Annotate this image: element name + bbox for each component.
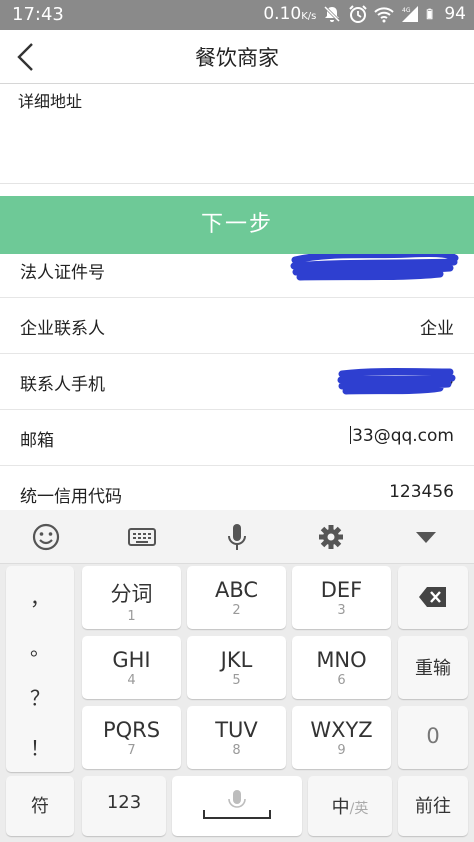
battery-level: 94	[444, 4, 466, 24]
key-jkl[interactable]: JKL 5	[187, 636, 286, 699]
key-label: ABC	[214, 578, 259, 602]
key-digit: 4	[127, 673, 136, 688]
keyboard-layout-icon[interactable]	[126, 522, 158, 552]
key-abc[interactable]: ABC 2	[187, 566, 286, 629]
credit-code-value[interactable]: 123456	[389, 482, 454, 502]
language-toggle-key[interactable]: 中/英	[308, 776, 392, 836]
email-label: 邮箱	[20, 431, 54, 451]
address-field[interactable]: 详细地址	[0, 84, 474, 184]
key-digit: 6	[337, 673, 346, 688]
next-step-button[interactable]: 下一步	[0, 196, 474, 254]
punct-exclaim-key[interactable]: ！	[6, 732, 74, 761]
contact-person-row[interactable]: 企业联系人 企业	[0, 298, 474, 354]
key-digit: 5	[232, 673, 241, 688]
email-value: 33@qq.com	[352, 426, 454, 446]
key-fenci[interactable]: 分词 1	[82, 566, 181, 629]
signal-icon: 4G	[402, 6, 419, 22]
redaction-scribble	[337, 368, 456, 395]
key-label: PQRS	[102, 718, 161, 742]
lang-en-label: 英	[354, 801, 369, 817]
alarm-icon	[349, 5, 368, 23]
status-icons: 0.10K/s 4G 94	[263, 4, 466, 24]
contact-person-value[interactable]: 企业	[420, 314, 454, 339]
status-bar: 17:43 0.10K/s 4G 94	[0, 0, 474, 30]
page-title: 餐饮商家	[195, 46, 279, 70]
emoji-icon[interactable]	[30, 522, 62, 552]
credit-code-label: 统一信用代码	[20, 487, 122, 507]
app-header: 餐饮商家	[0, 30, 474, 84]
address-label: 详细地址	[18, 92, 83, 111]
numbers-key[interactable]: 123	[82, 776, 166, 836]
mute-bell-icon	[324, 5, 341, 23]
battery-icon	[427, 8, 433, 20]
key-digit: 3	[337, 603, 346, 618]
key-label: JKL	[220, 648, 253, 672]
keyboard-toolbar	[0, 510, 474, 564]
space-mic-icon	[203, 790, 271, 819]
key-label: DEF	[320, 578, 363, 602]
key-label: TUV	[215, 718, 258, 742]
key-digit: 2	[232, 603, 241, 618]
key-pqrs[interactable]: PQRS 7	[82, 706, 181, 769]
contact-phone-row[interactable]: 联系人手机 3	[0, 354, 474, 410]
settings-gear-icon[interactable]	[315, 522, 347, 552]
redaction-scribble	[290, 250, 459, 281]
key-tuv[interactable]: TUV 8	[187, 706, 286, 769]
key-label: 前往	[415, 796, 451, 817]
key-label: MNO	[316, 648, 367, 672]
forward-key[interactable]: 前往	[398, 776, 468, 836]
key-label: 0	[426, 724, 440, 748]
text-cursor	[350, 426, 352, 444]
key-digit: 8	[232, 743, 241, 758]
net-speed: 0.10K/s	[263, 4, 316, 24]
credit-code-row[interactable]: 统一信用代码 123456	[0, 466, 474, 510]
key-label: GHI	[112, 648, 151, 672]
key-mno[interactable]: MNO 6	[292, 636, 391, 699]
backspace-icon	[419, 587, 446, 607]
key-digit: 9	[337, 743, 346, 758]
backspace-key[interactable]	[398, 566, 468, 629]
key-label: WXYZ	[310, 718, 373, 742]
punct-comma-key[interactable]: ，	[6, 582, 74, 611]
key-ghi[interactable]: GHI 4	[82, 636, 181, 699]
contact-phone-label: 联系人手机	[20, 375, 105, 395]
space-key[interactable]	[172, 776, 302, 836]
key-digit: 1	[127, 609, 136, 624]
punct-question-key[interactable]: ？	[6, 682, 74, 711]
status-time: 17:43	[12, 4, 64, 25]
punctuation-column: ， 。 ？ ！	[6, 566, 74, 772]
net-speed-unit: K/s	[301, 11, 317, 22]
collapse-keyboard-icon[interactable]	[410, 522, 442, 552]
symbol-key[interactable]: 符	[6, 776, 74, 836]
key-label: 重输	[415, 658, 451, 679]
key-label: 符	[31, 796, 49, 817]
net-speed-value: 0.10	[263, 4, 302, 24]
email-input[interactable]: 33@qq.com	[350, 426, 454, 446]
key-label: 分词	[110, 582, 153, 606]
lang-cn-label: 中	[331, 797, 350, 818]
contact-person-label: 企业联系人	[20, 319, 105, 339]
wifi-icon	[374, 7, 395, 23]
signal-label: 4G	[402, 7, 411, 14]
zero-key[interactable]: 0	[398, 706, 468, 769]
reenter-key[interactable]: 重输	[398, 636, 468, 699]
key-digit: 7	[127, 743, 136, 758]
id-number-row[interactable]: 法人证件号	[0, 250, 474, 298]
id-number-label: 法人证件号	[20, 263, 105, 283]
key-def[interactable]: DEF 3	[292, 566, 391, 629]
punct-period-key[interactable]: 。	[6, 632, 74, 661]
key-wxyz[interactable]: WXYZ 9	[292, 706, 391, 769]
microphone-icon[interactable]	[221, 522, 253, 552]
key-label: 123	[106, 792, 142, 813]
email-row[interactable]: 邮箱 33@qq.com	[0, 410, 474, 466]
